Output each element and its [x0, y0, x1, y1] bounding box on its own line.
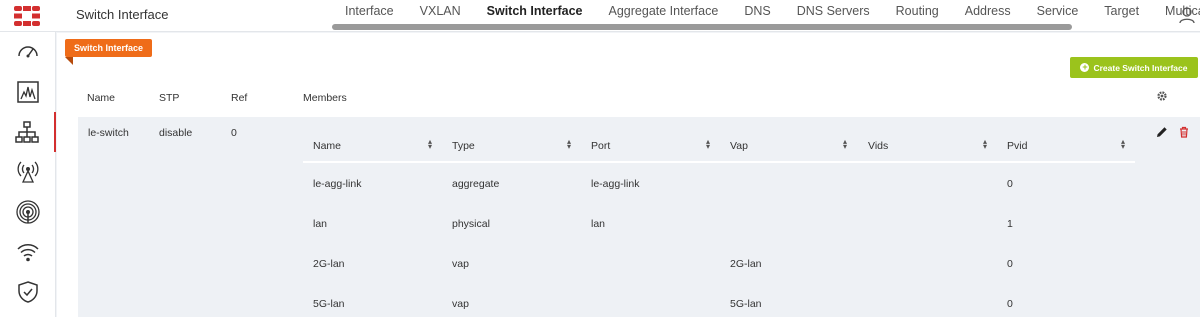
- sort-icon[interactable]: ▴ ▾: [983, 138, 987, 151]
- row-stp: disable: [159, 127, 193, 139]
- badge-fold: [65, 57, 73, 65]
- sort-icon[interactable]: ▴ ▾: [567, 138, 571, 151]
- tab-target[interactable]: Target: [1091, 0, 1152, 24]
- member-type: physical: [452, 218, 490, 230]
- member-name: 5G-lan: [313, 298, 345, 310]
- member-type: vap: [452, 298, 469, 310]
- section-badge: Switch Interface: [65, 39, 153, 57]
- members-header-vap[interactable]: Vap: [730, 140, 748, 152]
- tab-switch-interface[interactable]: Switch Interface: [474, 0, 596, 24]
- member-type: vap: [452, 258, 469, 270]
- wireless-tower-icon: [17, 161, 39, 183]
- gear-icon[interactable]: [1156, 90, 1168, 102]
- tab-dns[interactable]: DNS: [731, 0, 783, 24]
- sidebar-item-wireless[interactable]: [0, 152, 56, 192]
- sidebar-item-network[interactable]: [0, 112, 56, 152]
- security-shield-icon: [18, 281, 38, 303]
- sort-icon[interactable]: ▴ ▾: [843, 138, 847, 151]
- member-type: aggregate: [452, 178, 500, 190]
- top-header: Switch Interface Interface VXLAN Switch …: [0, 0, 1200, 32]
- tab-dns-servers[interactable]: DNS Servers: [784, 0, 883, 24]
- member-vap: 5G-lan: [730, 298, 762, 310]
- members-header-vids[interactable]: Vids: [868, 140, 888, 152]
- tab-aggregate-interface[interactable]: Aggregate Interface: [596, 0, 732, 24]
- member-name: le-agg-link: [313, 178, 362, 190]
- member-port: lan: [591, 218, 606, 230]
- monitor-chart-icon: [17, 81, 39, 103]
- member-pvid: 0: [1007, 178, 1013, 190]
- create-switch-interface-button[interactable]: + Create Switch Interface: [1070, 57, 1198, 78]
- member-vap: 2G-lan: [730, 258, 762, 270]
- sidebar: [0, 32, 56, 317]
- tabs-scrollbar[interactable]: [332, 24, 1072, 30]
- broadcast-icon: [16, 200, 40, 224]
- dashboard-gauge-icon: [18, 46, 38, 58]
- wifi-icon: [17, 244, 39, 262]
- delete-trash-icon[interactable]: [1178, 126, 1190, 138]
- sort-icon[interactable]: ▴ ▾: [1121, 138, 1125, 151]
- sidebar-item-wifi[interactable]: [0, 232, 56, 272]
- member-pvid: 0: [1007, 298, 1013, 310]
- plus-circle-icon: +: [1080, 62, 1090, 72]
- column-header-name[interactable]: Name: [87, 92, 115, 104]
- member-port: le-agg-link: [591, 178, 640, 190]
- tab-interface[interactable]: Interface: [332, 0, 407, 24]
- network-tree-icon: [15, 121, 39, 143]
- row-ref: 0: [231, 127, 237, 139]
- edit-pencil-icon[interactable]: [1156, 126, 1168, 138]
- member-pvid: 1: [1007, 218, 1013, 230]
- member-name: 2G-lan: [313, 258, 345, 270]
- members-header-type[interactable]: Type: [452, 140, 475, 152]
- sidebar-item-dashboard[interactable]: [0, 32, 56, 72]
- sort-icon[interactable]: ▴ ▾: [428, 138, 432, 151]
- column-header-stp[interactable]: STP: [159, 92, 179, 104]
- tab-routing[interactable]: Routing: [883, 0, 952, 24]
- tab-address[interactable]: Address: [952, 0, 1024, 24]
- column-header-members[interactable]: Members: [303, 92, 347, 104]
- user-icon[interactable]: [1178, 6, 1196, 24]
- sidebar-item-broadcast[interactable]: [0, 192, 56, 232]
- sidebar-item-security[interactable]: [0, 272, 56, 312]
- tab-bar: Interface VXLAN Switch Interface Aggrega…: [332, 0, 1200, 24]
- tab-service[interactable]: Service: [1024, 0, 1092, 24]
- fortinet-logo-icon: [14, 6, 40, 26]
- column-header-ref[interactable]: Ref: [231, 92, 247, 104]
- members-header-pvid[interactable]: Pvid: [1007, 140, 1027, 152]
- page-title: Switch Interface: [76, 7, 169, 22]
- create-button-label: Create Switch Interface: [1093, 62, 1188, 73]
- members-header-port[interactable]: Port: [591, 140, 610, 152]
- sidebar-item-monitor[interactable]: [0, 72, 56, 112]
- sort-icon[interactable]: ▴ ▾: [706, 138, 710, 151]
- member-name: lan: [313, 218, 328, 230]
- row-name: le-switch: [88, 127, 129, 139]
- members-table: Name ▴ ▾ Type ▴ ▾ Port ▴ ▾ Vap ▴ ▾ Vids ▴ ▾ P…: [303, 127, 1135, 317]
- member-pvid: 0: [1007, 258, 1013, 270]
- members-header-name[interactable]: Name: [313, 140, 341, 152]
- tab-vxlan[interactable]: VXLAN: [407, 0, 474, 24]
